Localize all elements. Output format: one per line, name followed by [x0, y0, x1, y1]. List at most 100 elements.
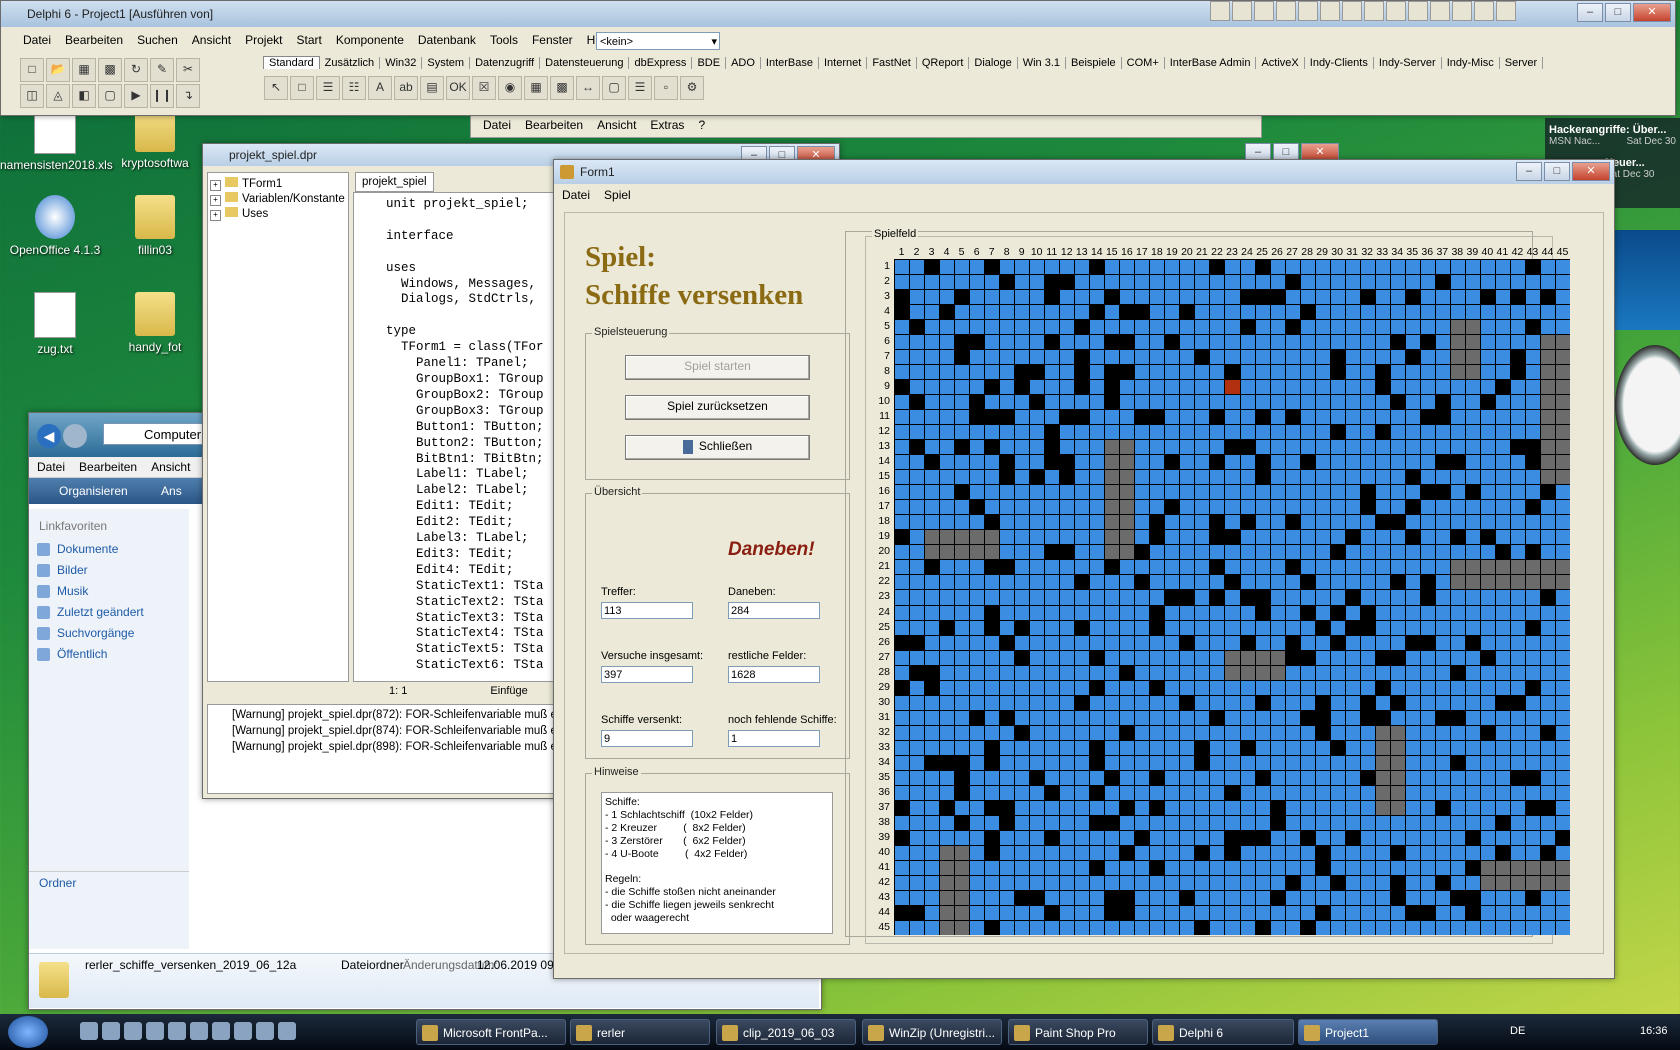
board-cell[interactable]	[1210, 695, 1225, 710]
board-cell[interactable]	[1465, 740, 1480, 755]
board-cell[interactable]	[1465, 425, 1480, 440]
board-cell[interactable]	[1495, 620, 1510, 635]
board-cell[interactable]	[925, 590, 940, 605]
board-cell[interactable]	[925, 485, 940, 500]
board-cell[interactable]	[970, 260, 985, 275]
board-cell[interactable]	[1510, 380, 1525, 395]
board-cell[interactable]	[1015, 800, 1030, 815]
board-cell[interactable]	[1240, 470, 1255, 485]
board-cell[interactable]	[1045, 365, 1060, 380]
board-cell[interactable]	[1510, 260, 1525, 275]
board-cell[interactable]	[1240, 440, 1255, 455]
board-cell[interactable]	[1525, 665, 1540, 680]
board-cell[interactable]	[1405, 335, 1420, 350]
board-cell[interactable]	[1390, 875, 1405, 890]
board-cell[interactable]	[1075, 380, 1090, 395]
board-cell[interactable]	[1525, 575, 1540, 590]
board-cell[interactable]	[955, 500, 970, 515]
board-cell[interactable]	[955, 770, 970, 785]
board-cell[interactable]	[1555, 530, 1570, 545]
board-cell[interactable]	[1255, 365, 1270, 380]
board-cell[interactable]	[985, 905, 1000, 920]
board-cell[interactable]	[1075, 770, 1090, 785]
board-cell[interactable]	[970, 725, 985, 740]
board-cell[interactable]	[1540, 410, 1555, 425]
board-cell[interactable]	[1450, 605, 1465, 620]
board-cell[interactable]	[895, 800, 910, 815]
board-cell[interactable]	[1375, 380, 1390, 395]
board-cell[interactable]	[1315, 560, 1330, 575]
board-cell[interactable]	[1225, 485, 1240, 500]
board-cell[interactable]	[1555, 665, 1570, 680]
board-cell[interactable]	[1525, 380, 1540, 395]
board-cell[interactable]	[1195, 800, 1210, 815]
board-cell[interactable]	[1165, 860, 1180, 875]
board-cell[interactable]	[1255, 815, 1270, 830]
board-cell[interactable]	[925, 425, 940, 440]
board-cell[interactable]	[1450, 725, 1465, 740]
board-cell[interactable]	[1495, 470, 1510, 485]
board-cell[interactable]	[1285, 635, 1300, 650]
board-cell[interactable]	[1165, 365, 1180, 380]
board-cell[interactable]	[1480, 725, 1495, 740]
board-cell[interactable]	[970, 830, 985, 845]
board-cell[interactable]	[1045, 560, 1060, 575]
board-cell[interactable]	[1435, 380, 1450, 395]
board-cell[interactable]	[1360, 665, 1375, 680]
board-cell[interactable]	[1060, 530, 1075, 545]
board-cell[interactable]	[1210, 875, 1225, 890]
board-cell[interactable]	[1435, 890, 1450, 905]
board-cell[interactable]	[1270, 530, 1285, 545]
board-cell[interactable]	[1345, 785, 1360, 800]
board-cell[interactable]	[1075, 605, 1090, 620]
board-cell[interactable]	[1300, 740, 1315, 755]
board-cell[interactable]	[1510, 440, 1525, 455]
board-cell[interactable]	[1495, 590, 1510, 605]
board-cell[interactable]	[1435, 290, 1450, 305]
game-maximize-button[interactable]: □	[1544, 162, 1570, 181]
board-cell[interactable]	[1045, 920, 1060, 935]
remove-file-icon[interactable]: ✂	[176, 58, 200, 82]
board-cell[interactable]	[1270, 290, 1285, 305]
board-cell[interactable]	[1105, 725, 1120, 740]
board-cell[interactable]	[1225, 260, 1240, 275]
board-cell[interactable]	[1405, 665, 1420, 680]
board-cell[interactable]	[1225, 575, 1240, 590]
board-cell[interactable]	[1555, 830, 1570, 845]
pointer-icon[interactable]: ↖	[264, 76, 288, 100]
board-cell[interactable]	[1330, 635, 1345, 650]
board-cell[interactable]	[1270, 665, 1285, 680]
board-cell[interactable]	[1135, 785, 1150, 800]
board-cell[interactable]	[1525, 635, 1540, 650]
board-cell[interactable]	[1240, 845, 1255, 860]
board-cell[interactable]	[1075, 680, 1090, 695]
board-cell[interactable]	[1285, 905, 1300, 920]
board-cell[interactable]	[970, 845, 985, 860]
scrollbar-icon[interactable]: ↔	[576, 76, 600, 100]
board-cell[interactable]	[1405, 860, 1420, 875]
board-cell[interactable]	[1195, 785, 1210, 800]
board-cell[interactable]	[1195, 845, 1210, 860]
groupbox-icon[interactable]: ▢	[602, 76, 626, 100]
board-cell[interactable]	[1150, 680, 1165, 695]
start-button[interactable]	[8, 1016, 48, 1048]
board-cell[interactable]	[1090, 770, 1105, 785]
board-cell[interactable]	[1435, 365, 1450, 380]
board-cell[interactable]	[1510, 665, 1525, 680]
board-cell[interactable]	[1450, 425, 1465, 440]
board-cell[interactable]	[1045, 680, 1060, 695]
board-cell[interactable]	[1435, 395, 1450, 410]
board-cell[interactable]	[1150, 500, 1165, 515]
board-cell[interactable]	[1075, 545, 1090, 560]
board-cell[interactable]	[1015, 425, 1030, 440]
board-cell[interactable]	[1075, 740, 1090, 755]
board-cell[interactable]	[1075, 515, 1090, 530]
board-cell[interactable]	[1345, 530, 1360, 545]
board-cell[interactable]	[1285, 275, 1300, 290]
board-cell[interactable]	[1495, 695, 1510, 710]
board-cell[interactable]	[1450, 770, 1465, 785]
board-cell[interactable]	[1390, 275, 1405, 290]
button-icon[interactable]: OK	[446, 76, 470, 100]
board-cell[interactable]	[1465, 635, 1480, 650]
board-cell[interactable]	[1105, 455, 1120, 470]
